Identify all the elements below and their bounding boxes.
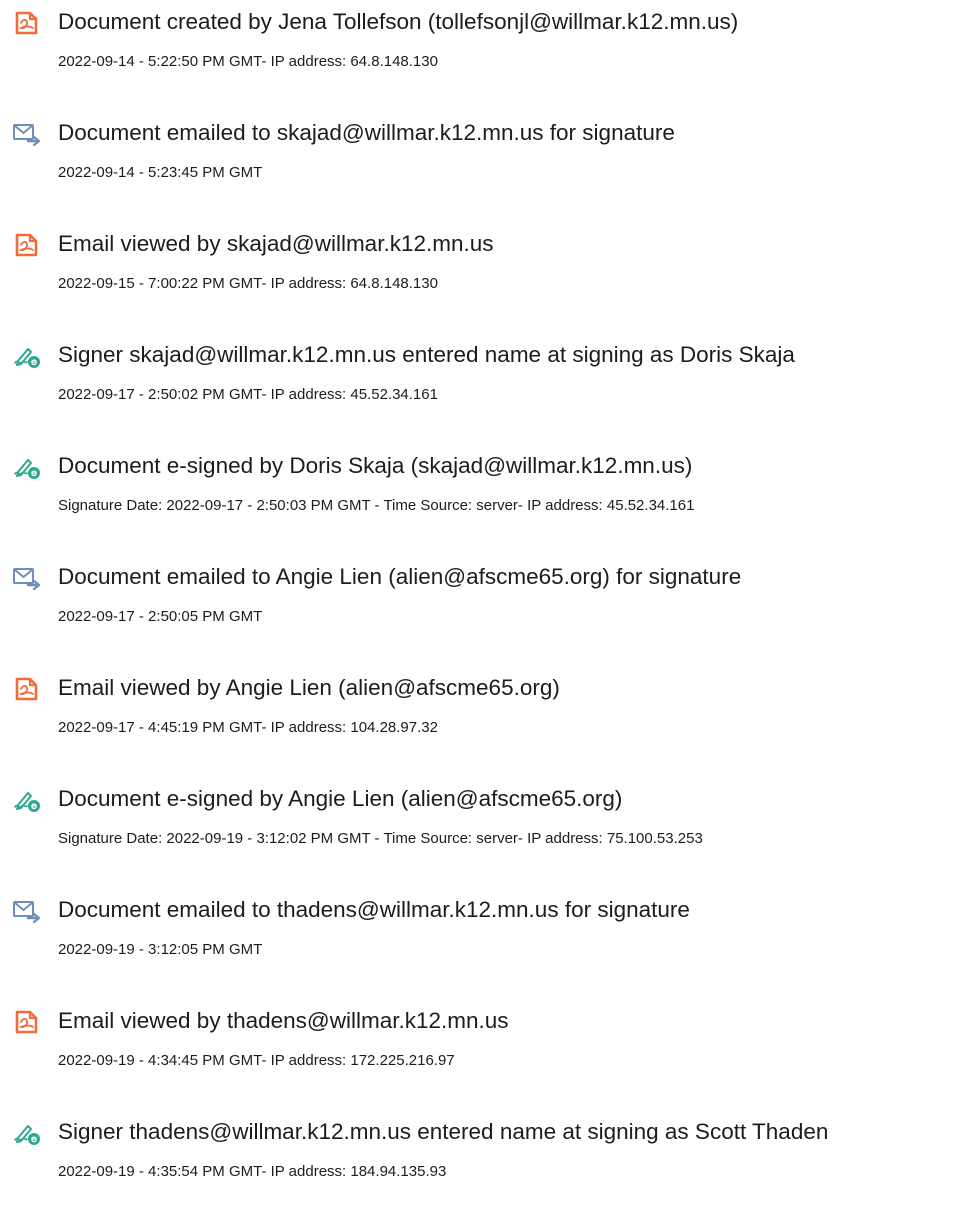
document-icon [12,232,42,258]
email-icon [12,898,42,924]
event-detail: Signature Date: 2022-09-17 - 2:50:03 PM … [58,497,695,514]
audit-event: Email viewed by Angie Lien (alien@afscme… [0,666,974,756]
audit-event: Document e-signed by Doris Skaja (skajad… [0,444,974,534]
document-icon [12,676,42,702]
e-sign-icon [12,787,42,813]
event-detail: 2022-09-14 - 5:22:50 PM GMT- IP address:… [58,53,438,70]
event-detail: Signature Date: 2022-09-19 - 3:12:02 PM … [58,830,703,847]
event-title: Email viewed by thadens@willmar.k12.mn.u… [58,1008,509,1033]
event-title: Document emailed to Angie Lien (alien@af… [58,564,742,589]
event-detail: 2022-09-17 - 4:45:19 PM GMT- IP address:… [58,719,438,736]
email-icon [12,565,42,591]
event-title: Document emailed to skajad@willmar.k12.m… [58,120,675,145]
audit-event: Document emailed to Angie Lien (alien@af… [0,555,974,645]
audit-event: Document emailed to thadens@willmar.k12.… [0,888,974,978]
audit-event: Email viewed by thadens@willmar.k12.mn.u… [0,999,974,1089]
audit-event: Signer skajad@willmar.k12.mn.us entered … [0,333,974,423]
e-sign-icon [12,1120,42,1146]
event-detail: 2022-09-19 - 3:12:05 PM GMT [58,941,263,958]
email-icon [12,121,42,147]
event-title: Signer skajad@willmar.k12.mn.us entered … [58,342,795,367]
event-detail: 2022-09-15 - 7:00:22 PM GMT- IP address:… [58,275,438,292]
audit-event: Document e-signed by Angie Lien (alien@a… [0,777,974,867]
audit-event: Document created by Jena Tollefson (toll… [0,0,974,90]
event-title: Email viewed by Angie Lien (alien@afscme… [58,675,560,700]
e-sign-icon [12,343,42,369]
event-detail: 2022-09-17 - 2:50:05 PM GMT [58,608,263,625]
event-title: Signer thadens@willmar.k12.mn.us entered… [58,1119,829,1144]
e-sign-icon [12,454,42,480]
event-title: Document e-signed by Angie Lien (alien@a… [58,786,623,811]
event-title: Document e-signed by Doris Skaja (skajad… [58,453,693,478]
event-title: Document emailed to thadens@willmar.k12.… [58,897,690,922]
event-title: Email viewed by skajad@willmar.k12.mn.us [58,231,494,256]
event-detail: 2022-09-19 - 4:35:54 PM GMT- IP address:… [58,1163,447,1180]
audit-event: Document emailed to skajad@willmar.k12.m… [0,111,974,201]
event-detail: 2022-09-14 - 5:23:45 PM GMT [58,164,263,181]
event-title: Document created by Jena Tollefson (toll… [58,9,739,34]
document-icon [12,1009,42,1035]
event-detail: 2022-09-19 - 4:34:45 PM GMT- IP address:… [58,1052,455,1069]
event-detail: 2022-09-17 - 2:50:02 PM GMT- IP address:… [58,386,438,403]
audit-event: Email viewed by skajad@willmar.k12.mn.us… [0,222,974,312]
audit-event: Signer thadens@willmar.k12.mn.us entered… [0,1110,974,1200]
document-icon [12,10,42,36]
